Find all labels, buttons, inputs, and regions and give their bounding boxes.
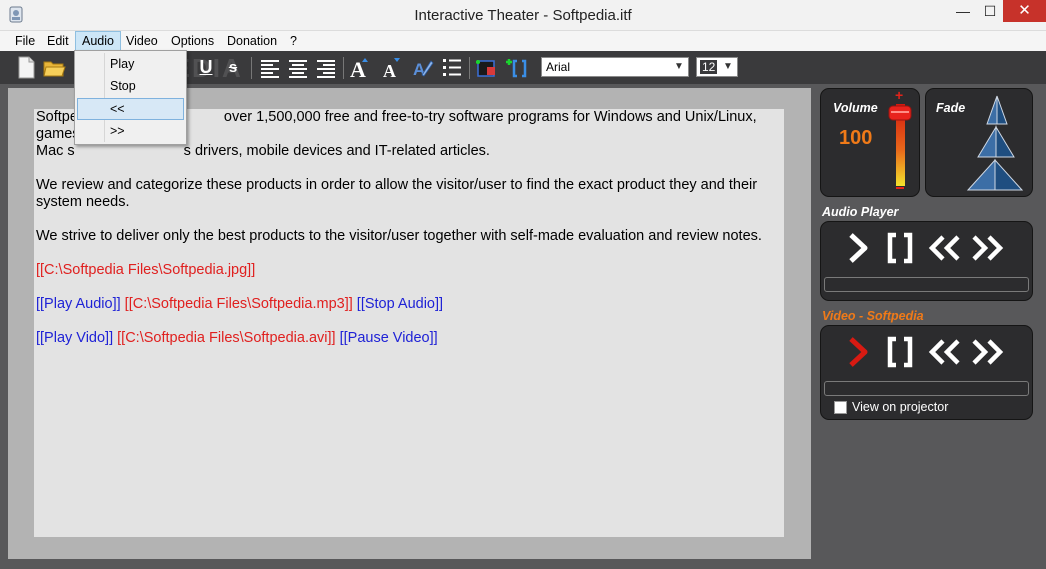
volume-slider[interactable]: +	[887, 88, 913, 192]
stop-audio-link[interactable]: [[Stop Audio]]	[357, 296, 443, 312]
intro-line2-start: Mac s	[36, 143, 75, 159]
new-file-icon[interactable]	[14, 55, 38, 80]
text-color-icon[interactable]: A	[410, 55, 434, 80]
audio-menu-rewind[interactable]: <<	[77, 98, 184, 120]
insert-link-icon[interactable]	[504, 55, 528, 80]
audio-forward-icon[interactable]	[969, 234, 1005, 262]
volume-value: 100	[839, 127, 873, 149]
audio-progress-bar[interactable]	[824, 277, 1029, 292]
intro-line2-rest: s drivers, mobile devices and IT-related…	[183, 143, 490, 159]
align-right-icon[interactable]	[314, 55, 338, 80]
play-audio-link[interactable]: [[Play Audio]]	[36, 296, 121, 312]
menu-bar: File Edit Audio Video Options Donation ?	[0, 31, 1046, 51]
maximize-button[interactable]: ☐	[977, 0, 1003, 22]
svg-text:A: A	[383, 61, 396, 80]
minimize-button[interactable]: —	[949, 0, 977, 22]
increase-font-icon[interactable]: A	[349, 55, 373, 80]
video-file-link[interactable]: [[C:\Softpedia Files\Softpedia.avi]]	[117, 330, 335, 346]
audio-menu-play[interactable]: Play	[77, 53, 184, 75]
paragraph-review: We review and categorize these products …	[36, 177, 758, 210]
menu-file[interactable]: File	[9, 31, 41, 51]
video-label: Video - Softpedia	[822, 309, 924, 323]
toolbar-separator	[251, 57, 252, 79]
align-left-icon[interactable]	[258, 55, 282, 80]
window-title: Interactive Theater - Softpedia.itf	[414, 7, 632, 24]
menu-options[interactable]: Options	[165, 31, 220, 51]
menu-help[interactable]: ?	[284, 31, 303, 51]
play-video-link[interactable]: [[Play Vido]]	[36, 330, 113, 346]
audio-links-line: [[Play Audio]] [[C:\Softpedia Files\Soft…	[36, 296, 782, 313]
video-rewind-icon[interactable]	[927, 338, 963, 366]
font-size-value: 12	[700, 60, 718, 74]
audio-rewind-icon[interactable]	[927, 234, 963, 262]
intro-start: Softpe	[36, 109, 78, 125]
font-family-select[interactable]: Arial ▼	[541, 57, 689, 77]
fade-small-icon[interactable]	[975, 94, 1019, 126]
menu-donation[interactable]: Donation	[221, 31, 283, 51]
audio-play-icon[interactable]	[846, 232, 872, 264]
svg-text:+: +	[895, 88, 903, 103]
toolbar-separator	[343, 57, 344, 79]
menu-audio[interactable]: Audio	[75, 31, 121, 51]
audio-file-link[interactable]: [[C:\Softpedia Files\Softpedia.mp3]]	[125, 296, 353, 312]
image-link-line: [[C:\Softpedia Files\Softpedia.jpg]]	[36, 262, 782, 279]
projector-checkbox[interactable]	[834, 401, 847, 414]
video-stop-icon[interactable]	[886, 336, 914, 368]
menu-edit[interactable]: Edit	[41, 31, 75, 51]
image-file-link[interactable]: [[C:\Softpedia Files\Softpedia.jpg]]	[36, 262, 255, 278]
video-play-icon[interactable]	[846, 336, 872, 368]
audio-menu-stop[interactable]: Stop	[77, 75, 184, 97]
fade-large-icon[interactable]	[964, 158, 1026, 192]
menu-video[interactable]: Video	[120, 31, 164, 51]
insert-media-icon[interactable]	[474, 55, 498, 80]
pause-video-link[interactable]: [[Pause Video]]	[340, 330, 438, 346]
document-editor[interactable]: Softpe over 1,500,000 free and free-to-tr…	[34, 109, 784, 537]
font-family-value: Arial	[546, 60, 571, 74]
audio-menu-dropdown: Play Stop << >>	[74, 50, 187, 145]
audio-player-label: Audio Player	[822, 205, 899, 219]
video-forward-icon[interactable]	[969, 338, 1005, 366]
bullet-list-icon[interactable]	[440, 55, 464, 80]
video-progress-bar[interactable]	[824, 381, 1029, 396]
font-size-select[interactable]: 12 ▼	[696, 57, 738, 77]
paragraph-deliver: We strive to deliver only the best produ…	[36, 228, 762, 244]
projector-checkbox-label: View on projector	[852, 400, 949, 414]
audio-stop-icon[interactable]	[886, 232, 914, 264]
open-folder-icon[interactable]	[42, 55, 66, 80]
decrease-font-icon[interactable]: A	[380, 55, 404, 80]
fade-label: Fade	[936, 101, 966, 115]
chevron-down-icon: ▼	[674, 61, 684, 72]
fade-medium-icon[interactable]	[970, 125, 1022, 159]
title-bar: Interactive Theater - Softpedia.itf — ☐ …	[0, 0, 1046, 31]
audio-menu-forward[interactable]: >>	[77, 120, 184, 142]
chevron-down-icon: ▼	[723, 61, 733, 72]
volume-label: Volume	[833, 101, 878, 115]
status-strip	[0, 559, 1046, 569]
close-button[interactable]: ✕	[1003, 0, 1046, 22]
align-center-icon[interactable]	[286, 55, 310, 80]
toolbar-separator	[469, 57, 470, 79]
video-links-line: [[Play Vido]] [[C:\Softpedia Files\Softp…	[36, 330, 782, 347]
